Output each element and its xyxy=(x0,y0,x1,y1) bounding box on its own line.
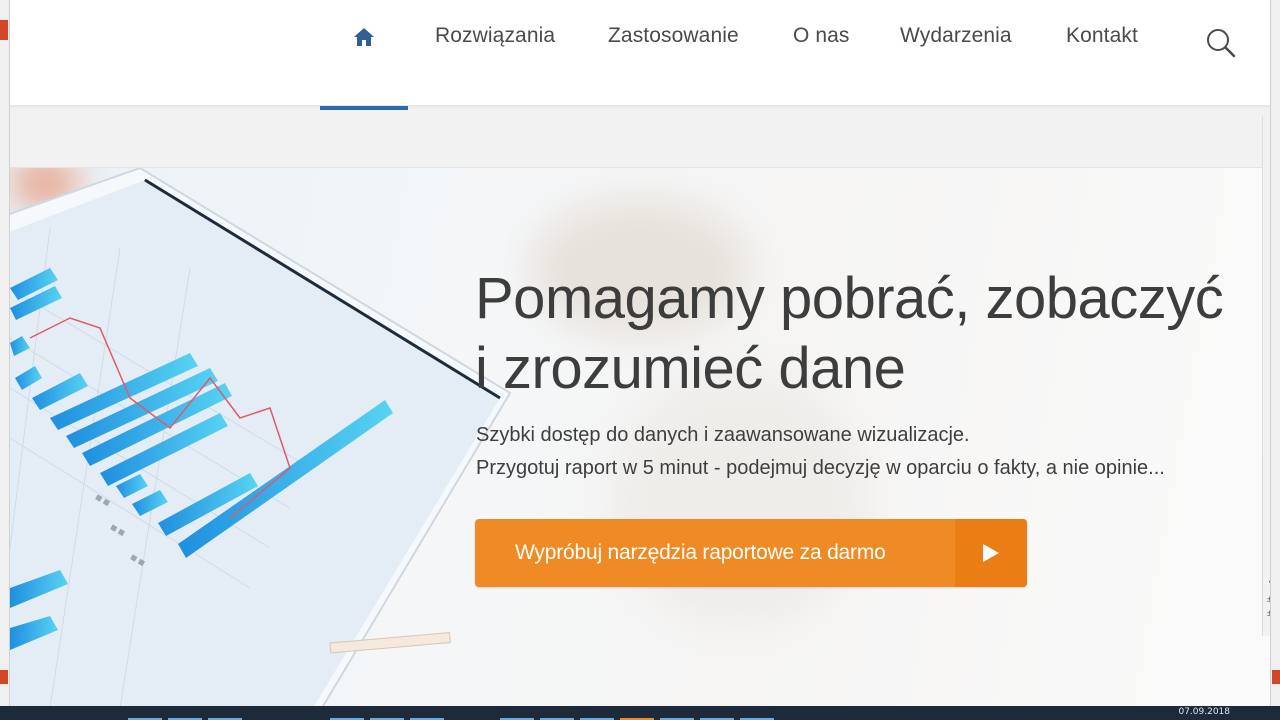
play-arrow-icon xyxy=(983,544,999,562)
taskbar-app-3[interactable] xyxy=(208,708,242,720)
taskbar-app-12[interactable] xyxy=(700,708,734,720)
taskbar-app-13[interactable] xyxy=(740,708,774,720)
nav-item-wydarzenia[interactable]: Wydarzenia xyxy=(900,24,1012,48)
site-header: Rozwiązania Zastosowanie O nas Wydarzeni… xyxy=(10,0,1270,110)
cta-arrow-box xyxy=(955,519,1027,587)
nav-item-o-nas[interactable]: O nas xyxy=(793,24,850,48)
taskbar-app-1[interactable] xyxy=(128,708,162,720)
app-tab-marker-right xyxy=(1272,670,1280,684)
header-spacer-band xyxy=(10,106,1270,168)
home-icon xyxy=(354,28,374,46)
hero-subtitle-line2: Przygotuj raport w 5 minut - podejmuj de… xyxy=(476,457,1165,479)
hero-subtitle-line1: Szybki dostęp do danych i zaawansowane w… xyxy=(476,424,970,446)
taskbar-date: 07.09.2018 xyxy=(1178,707,1230,717)
window-frame-left xyxy=(0,0,10,720)
hero-headline-line2: i zrozumieć dane xyxy=(475,336,906,401)
nav-item-rozwiazania[interactable]: Rozwiązania xyxy=(435,24,555,48)
try-reporting-tools-button[interactable]: Wypróbuj narzędzia raportowe za darmo xyxy=(475,519,1027,587)
hero-headline-line1: Pomagamy pobrać, zobaczyć xyxy=(475,266,1224,331)
taskbar-app-11[interactable] xyxy=(660,708,694,720)
main-nav: Rozwiązania Zastosowanie O nas Wydarzeni… xyxy=(10,0,1270,110)
nav-active-indicator xyxy=(320,106,408,110)
taskbar-app-10[interactable] xyxy=(620,708,654,720)
app-tab-marker-bottom xyxy=(0,670,8,684)
nav-home[interactable] xyxy=(320,0,408,110)
taskbar-app-8[interactable] xyxy=(540,708,574,720)
nav-item-zastosowanie[interactable]: Zastosowanie xyxy=(608,24,739,48)
cta-label: Wypróbuj narzędzia raportowe za darmo xyxy=(515,541,886,564)
taskbar-app-4[interactable] xyxy=(330,708,364,720)
hero-headline: Pomagamy pobrać, zobaczyć i zrozumieć da… xyxy=(475,264,1270,404)
search-icon xyxy=(1207,29,1236,58)
search-button[interactable] xyxy=(1206,28,1236,58)
nav-item-kontakt[interactable]: Kontakt xyxy=(1066,24,1138,48)
os-taskbar: 07.09.2018 xyxy=(0,706,1280,720)
taskbar-app-2[interactable] xyxy=(168,708,202,720)
hero-section: ■ ■ ■ ■ ■ ■ Pomagamy pobrać, zobaczyć i … xyxy=(10,168,1270,706)
browser-viewport: Rozwiązania Zastosowanie O nas Wydarzeni… xyxy=(10,0,1270,706)
taskbar-app-6[interactable] xyxy=(410,708,444,720)
app-tab-marker xyxy=(0,20,8,40)
window-frame-right xyxy=(1270,0,1280,720)
taskbar-app-7[interactable] xyxy=(500,708,534,720)
taskbar-app-5[interactable] xyxy=(370,708,404,720)
taskbar-app-9[interactable] xyxy=(580,708,614,720)
